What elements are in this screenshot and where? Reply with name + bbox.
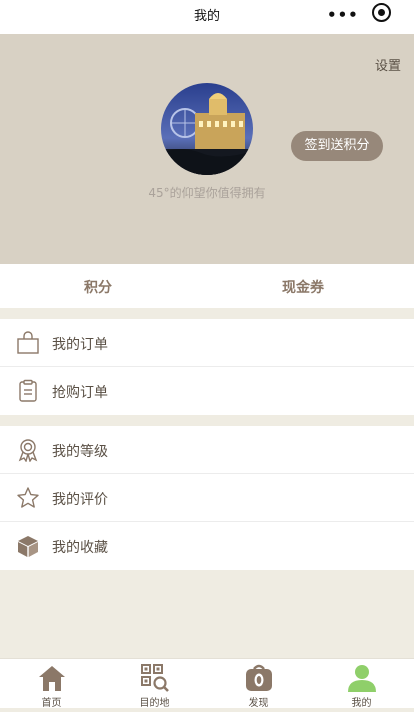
menu-item-my-level[interactable]: 我的等级: [0, 426, 414, 474]
nav-label: 发现: [248, 698, 269, 709]
menu-item-label: 我的收藏: [52, 540, 108, 556]
clipboard-icon: [19, 379, 37, 402]
avatar[interactable]: [161, 83, 253, 175]
menu-item-label: 我的等级: [52, 444, 108, 460]
menu-item-label: 我的评价: [52, 492, 108, 508]
badge-icon: [18, 439, 38, 462]
home-icon: [39, 666, 65, 691]
menu-item-flash-orders[interactable]: 抢购订单: [0, 367, 414, 415]
qr-search-icon: [141, 664, 169, 692]
title-bar: 我的 •••: [0, 0, 414, 34]
nav-item-destination[interactable]: 目的地: [103, 659, 206, 709]
nav-item-mine[interactable]: 我的: [310, 659, 413, 709]
nav-item-home[interactable]: 首页: [0, 659, 103, 709]
menu-item-my-orders[interactable]: 我的订单: [0, 319, 414, 367]
menu-item-label: 抢购订单: [52, 385, 108, 401]
camera-icon: [246, 664, 272, 691]
tab-cash-coupons[interactable]: 现金券: [282, 277, 324, 297]
settings-link[interactable]: 设置: [375, 55, 401, 74]
profile-header: 设置 签到送积分 45°的仰望你值得拥有: [0, 34, 414, 264]
tab-points[interactable]: 积分: [84, 277, 112, 297]
star-icon: [17, 487, 39, 508]
slogan-text: 45°的仰望你值得拥有: [148, 186, 266, 200]
nav-label: 我的: [351, 698, 372, 709]
more-icon[interactable]: •••: [327, 6, 359, 24]
menu-group-orders: 我的订单 抢购订单: [0, 319, 414, 415]
shopping-bag-icon: [17, 331, 39, 354]
signin-button[interactable]: 签到送积分: [291, 131, 383, 161]
points-tabs: 积分 现金券: [0, 264, 414, 308]
user-icon: [348, 665, 376, 692]
nav-item-discover[interactable]: 发现: [207, 659, 310, 709]
menu-group-account: 我的等级 我的评价 我的收藏: [0, 426, 414, 570]
nav-label: 首页: [41, 698, 62, 709]
box-icon: [18, 536, 38, 557]
close-target-icon[interactable]: [372, 3, 391, 22]
menu-item-label: 我的订单: [52, 337, 108, 353]
menu-item-my-reviews[interactable]: 我的评价: [0, 474, 414, 522]
nav-label: 目的地: [139, 698, 170, 709]
menu-item-my-favorites[interactable]: 我的收藏: [0, 522, 414, 570]
bottom-nav: 首页 目的地 发现 我的: [0, 658, 414, 709]
